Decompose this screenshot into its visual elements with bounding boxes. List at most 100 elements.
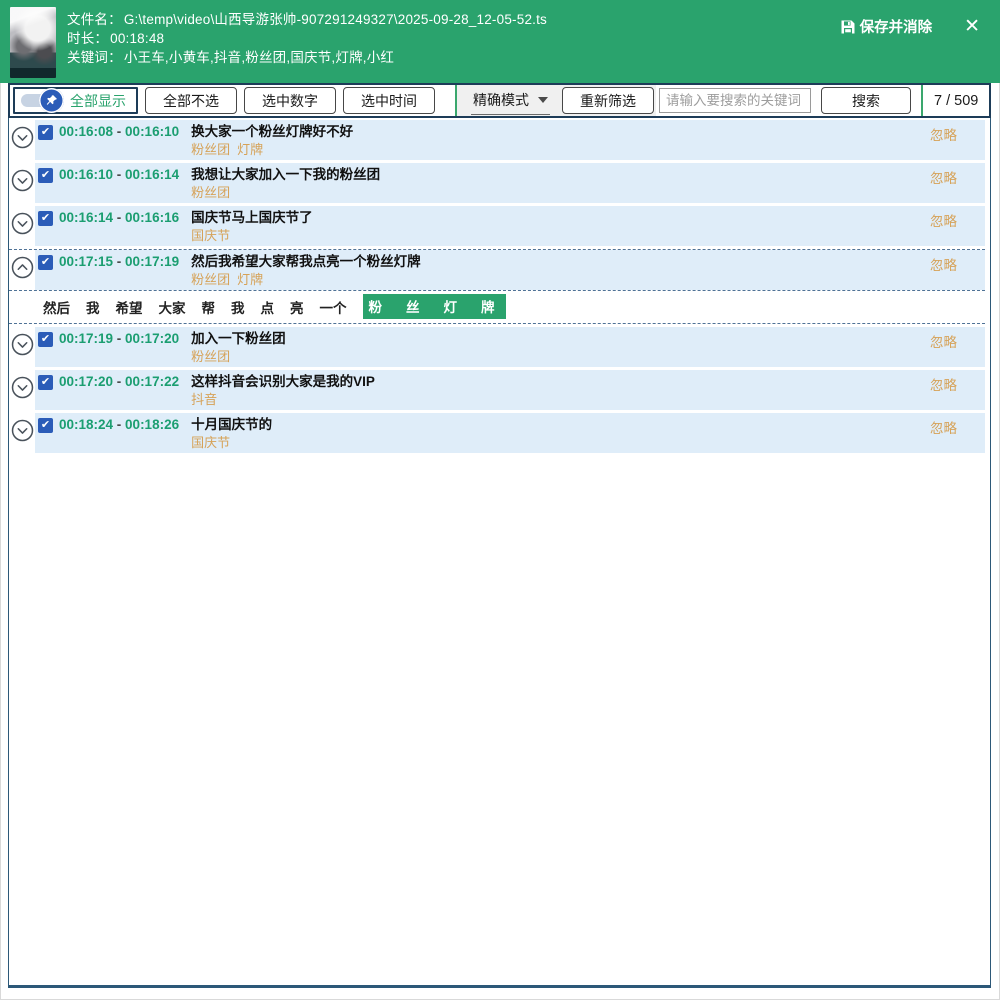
ignore-link[interactable]: 忽略 [930,210,957,230]
duration-line: 时长：00:18:48 [67,29,840,48]
duration-label: 时长： [67,31,108,46]
chevron-down-icon [11,387,34,402]
row-texts: 加入一下粉丝团粉丝团 [191,330,922,364]
start-time: 00:18:24 [59,417,113,432]
mode-panel: 精确模式 重新筛选 [457,85,656,116]
select-number-button[interactable]: 选中数字 [244,87,336,114]
ignore-link[interactable]: 忽略 [930,374,957,394]
end-time: 00:17:22 [125,374,179,389]
start-time: 00:16:10 [59,167,113,182]
video-thumbnail [10,7,56,78]
mode-select[interactable]: 精确模式 [471,87,550,115]
row-texts: 然后我希望大家帮我点亮一个粉丝灯牌粉丝团灯牌 [191,253,922,287]
row-gutter [9,120,35,160]
row-gutter [9,250,35,290]
end-time: 00:17:19 [125,254,179,269]
end-time: 00:16:14 [125,167,179,182]
word-segment[interactable]: 点 [261,297,275,317]
expand-row-button[interactable] [11,212,34,236]
row-checkbox-checked[interactable]: ✔ [38,332,53,347]
word-segment[interactable]: 然后 [43,297,70,317]
refilter-button[interactable]: 重新筛选 [562,87,654,114]
start-time: 00:17:15 [59,254,113,269]
chevron-down-icon [11,430,34,445]
word-segment-highlighted[interactable]: 粉 [369,296,383,316]
row-texts: 换大家一个粉丝灯牌好不好粉丝团灯牌 [191,123,922,157]
file-name-value: G:\temp\video\山西导游张帅-907291249327\2025-0… [124,12,547,27]
row-content: ✔00:17:19 - 00:17:20加入一下粉丝团粉丝团忽略 [35,327,985,367]
subtitle-filter-window: 文件名：G:\temp\video\山西导游张帅-907291249327\20… [0,0,1000,1000]
ignore-link[interactable]: 忽略 [930,167,957,187]
row-checkbox-checked[interactable]: ✔ [38,125,53,140]
keyword-tag: 灯牌 [237,142,263,157]
search-button[interactable]: 搜索 [821,87,911,114]
expand-row-button[interactable] [11,126,34,150]
keyword-tag: 粉丝团 [191,349,230,364]
row-texts: 十月国庆节的国庆节 [191,416,922,450]
row-gutter [9,163,35,203]
word-segment[interactable]: 亮 [290,297,304,317]
row-tags: 抖音 [191,392,922,407]
show-all-label: 全部显示 [70,91,126,111]
keyword-tag: 粉丝团 [191,185,230,200]
save-button-label: 保存并消除 [860,16,933,37]
keyword-tag: 国庆节 [191,435,230,450]
save-icon [840,19,856,35]
row-checkbox-checked[interactable]: ✔ [38,255,53,270]
keyword-tag: 国庆节 [191,228,230,243]
expand-row-button[interactable] [11,419,34,443]
search-input[interactable] [659,88,811,113]
row-checkbox-checked[interactable]: ✔ [38,168,53,183]
keyword-tag: 灯牌 [237,272,263,287]
ignore-link[interactable]: 忽略 [930,254,957,274]
select-time-button[interactable]: 选中时间 [343,87,435,114]
subtitle-text: 加入一下粉丝团 [191,330,922,347]
word-segment[interactable]: 大家 [159,297,186,317]
toolbar: 全部显示 全部不选 选中数字 选中时间 精确模式 重新筛选 搜索 7 / 509 [8,83,991,118]
chevron-down-icon [11,344,34,359]
word-segment-highlighted[interactable]: 牌 [481,296,495,316]
keyword-tag: 抖音 [191,392,217,407]
subtitle-row: ✔ 00:16:10 - 00:16:14 我想让大家加入一下我的粉丝团粉丝团 忽略 [9,163,985,203]
row-tags: 国庆节 [191,435,922,450]
header: 文件名：G:\temp\video\山西导游张帅-907291249327\20… [0,0,1000,83]
word-segment-highlighted[interactable]: 丝 [406,296,420,316]
show-all-toggle[interactable]: 全部显示 [13,87,138,114]
collapse-row-button[interactable] [11,256,34,280]
row-content: ✔ 00:16:08 - 00:16:10 换大家一个粉丝灯牌好不好粉丝团灯牌忽略 [35,120,985,160]
subtitle-list: ✔00:16:08 - 00:16:10换大家一个粉丝灯牌好不好粉丝团灯牌忽略✔… [9,120,990,453]
expand-row-button[interactable] [11,333,34,357]
row-checkbox-checked[interactable]: ✔ [38,418,53,433]
deselect-all-button[interactable]: 全部不选 [145,87,237,114]
file-name-label: 文件名： [67,12,122,27]
subtitle-text: 我想让大家加入一下我的粉丝团 [191,166,922,183]
ignore-link[interactable]: 忽略 [930,417,957,437]
time-separator: - [113,417,125,432]
end-time: 00:17:20 [125,331,179,346]
row-checkbox-checked[interactable]: ✔ [38,375,53,390]
expand-row-button[interactable] [11,376,34,400]
chevron-down-icon [538,97,548,103]
row-time-range: 00:16:08 - 00:16:10 [59,124,179,139]
ignore-link[interactable]: 忽略 [930,331,957,351]
row-content: ✔00:16:14 - 00:16:16国庆节马上国庆节了国庆节忽略 [35,206,985,246]
time-separator: - [113,167,125,182]
chevron-up-icon [11,267,34,282]
subtitle-row: ✔ 00:16:08 - 00:16:10 换大家一个粉丝灯牌好不好粉丝团灯牌忽略 [9,120,985,160]
row-time-range: 00:18:24 - 00:18:26 [59,417,179,432]
chevron-down-icon [11,223,34,238]
row-time-range: 00:17:19 - 00:17:20 [59,331,179,346]
word-segment[interactable]: 希望 [116,297,143,317]
expand-row-button[interactable] [11,169,34,193]
word-segment[interactable]: 我 [86,297,100,317]
close-button[interactable]: ✕ [962,17,982,36]
word-segment[interactable]: 我 [231,297,245,317]
start-time: 00:17:19 [59,331,113,346]
save-and-remove-button[interactable]: 保存并消除 [840,16,933,37]
word-segment[interactable]: 一个 [320,297,347,317]
ignore-link[interactable]: 忽略 [930,124,957,144]
word-segment-highlighted[interactable]: 灯 [444,296,458,316]
subtitle-list-panel: ✔00:16:08 - 00:16:10换大家一个粉丝灯牌好不好粉丝团灯牌忽略✔… [8,118,991,988]
word-segment[interactable]: 帮 [202,297,216,317]
row-checkbox-checked[interactable]: ✔ [38,211,53,226]
